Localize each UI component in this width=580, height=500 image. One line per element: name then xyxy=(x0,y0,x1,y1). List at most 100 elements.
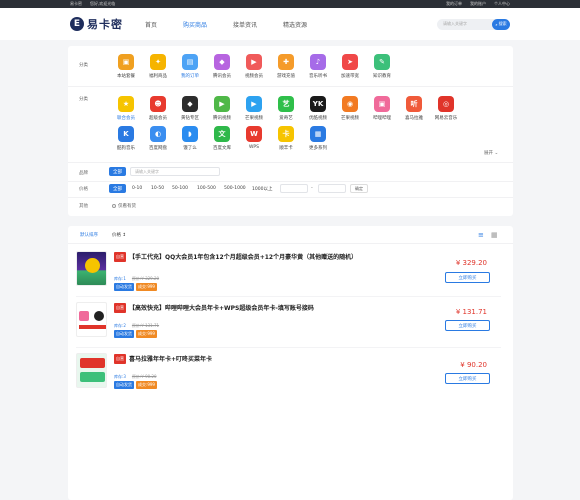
buy-button[interactable]: 立即购买 xyxy=(445,272,490,283)
product-title[interactable]: 自营 【手工代充】QQ大会员1年包含12个月超级会员+12个月豪华黄（其他赠送的随… xyxy=(114,252,379,263)
category-label: 哔哩哔哩 xyxy=(373,116,391,121)
divider xyxy=(68,181,513,182)
product-price: ¥ 329.20 xyxy=(455,259,487,267)
category-item[interactable]: ✎ 知识教育 xyxy=(366,54,398,79)
product-title[interactable]: 自营 【高效快充】哔哩哔哩大会员年卡+WPS超级会员年卡-填写账号接码 xyxy=(114,303,379,314)
price-option[interactable]: 1000以上 xyxy=(248,184,276,193)
category-item[interactable]: ◆ 黄钻专区 xyxy=(174,96,206,121)
search-button[interactable]: ⌕ 搜索 xyxy=(492,18,510,30)
category-item[interactable]: 听喜马拉雅 xyxy=(398,96,430,121)
category-item[interactable]: ▤ 我的订单 xyxy=(174,54,206,79)
category-icon: ➤ xyxy=(342,54,358,70)
category-item[interactable]: ★ 联合会员 xyxy=(110,96,142,121)
price-option[interactable]: 50-100 xyxy=(168,184,192,193)
category-label: 饿了么 xyxy=(183,146,197,151)
nav-resources[interactable]: 精选资源 xyxy=(283,20,307,29)
product-meta: 库存:1 原价:¥ 329.20 xyxy=(114,276,163,282)
category-label: 酷狗音乐 xyxy=(117,146,135,151)
grid-view-icon[interactable]: ▦ xyxy=(491,231,499,239)
category-icon: YK xyxy=(310,96,326,112)
category-item[interactable]: ▶ 腾讯视频 xyxy=(206,96,238,121)
category-item[interactable]: 文百度文库 xyxy=(206,126,238,151)
sales-badge: 成交:999 xyxy=(136,330,157,338)
price-option[interactable]: 100-500 xyxy=(193,184,220,193)
search-placeholder: 请输入关键字 xyxy=(443,21,467,26)
category-label: 联合会员 xyxy=(117,116,135,121)
price-label: 价格 xyxy=(79,187,88,192)
category-icon: ▣ xyxy=(118,54,134,70)
category-item[interactable]: ◐ 百度网盘 xyxy=(142,126,174,151)
category-item[interactable]: W WPS xyxy=(238,126,270,150)
brand-search-input[interactable]: 请输入关键字 xyxy=(130,167,220,176)
category-item[interactable]: ◎ 网易云音乐 xyxy=(430,96,462,121)
product-title[interactable]: 自营 喜马拉雅年年卡+叮咚买菜年卡 xyxy=(114,354,379,365)
category-item[interactable]: ◆ 腾讯会员 xyxy=(206,54,238,79)
expand-toggle[interactable]: 展开 ⌄ xyxy=(484,150,498,156)
price-confirm-button[interactable]: 确定 xyxy=(350,184,368,193)
top-orders-link[interactable]: 我的订单 xyxy=(446,1,462,7)
category-item[interactable]: ▣ 哔哩哔哩 xyxy=(366,96,398,121)
category-icon: 文 xyxy=(214,126,230,142)
category-item[interactable]: ◗ 饿了么 xyxy=(174,126,206,151)
list-item[interactable]: 自营 【高效快充】哔哩哔哩大会员年卡+WPS超级会员年卡-填写账号接码 库存:2 原… xyxy=(76,302,501,348)
list-view-icon[interactable]: ≡ xyxy=(478,231,486,239)
stock-text: 库存:3 xyxy=(114,374,126,379)
price-option[interactable]: 500-1000 xyxy=(220,184,250,193)
category-icon: ▶ xyxy=(246,54,262,70)
category-icon: ◎ xyxy=(438,96,454,112)
category-item[interactable]: ▦ 更多系列 xyxy=(302,126,334,151)
nav-news[interactable]: 接单资讯 xyxy=(233,20,257,29)
divider xyxy=(76,296,501,297)
original-price: 原价:¥ 329.20 xyxy=(131,276,160,281)
product-badges: 自动发货 成交:999 xyxy=(114,381,157,389)
category-label: 加速带宽 xyxy=(341,74,359,79)
category-icon: ◆ xyxy=(214,54,230,70)
top-site-name[interactable]: 易卡密 xyxy=(70,1,82,7)
category-label: 百度文库 xyxy=(213,146,231,151)
nav-home[interactable]: 首页 xyxy=(145,20,157,29)
product-meta: 库存:3 原价:¥ 90.20 xyxy=(114,374,161,380)
product-thumbnail xyxy=(76,251,107,286)
category-item[interactable]: ✚ 游戏充值 xyxy=(270,54,302,79)
other-label: 其他 xyxy=(79,204,88,209)
search-input[interactable]: 请输入关键字 ⌕ 搜索 xyxy=(437,18,510,30)
sort-price[interactable]: 价格 ↕ xyxy=(112,232,126,238)
category-icon: ✎ xyxy=(374,54,390,70)
price-max-input[interactable] xyxy=(318,184,346,193)
list-item[interactable]: 自营 喜马拉雅年年卡+叮咚买菜年卡 库存:3 原价:¥ 90.20 自动发货 成交:9… xyxy=(76,353,501,399)
category-item[interactable]: ✦ 福利商品 xyxy=(142,54,174,79)
category-item[interactable]: K 酷狗音乐 xyxy=(110,126,142,151)
category-item[interactable]: ➤ 加速带宽 xyxy=(334,54,366,79)
brand-all-pill[interactable]: 全部 xyxy=(109,167,126,176)
category-item[interactable]: 艺爱奇艺 xyxy=(270,96,302,121)
price-min-input[interactable] xyxy=(280,184,308,193)
category-item[interactable]: ♪ 音乐听书 xyxy=(302,54,334,79)
product-art xyxy=(80,358,105,368)
price-option[interactable]: 0-10 xyxy=(128,184,146,193)
filter-panel: 分类 分类 展开 ⌄ 品牌 全部 请输入关键字 价格 - 确定 其他 仅看有货 … xyxy=(68,46,513,216)
category-item[interactable]: ▣ 本站套餐 xyxy=(110,54,142,79)
top-account-link[interactable]: 我的账户 xyxy=(470,1,486,7)
logo[interactable]: E 易卡密 xyxy=(70,16,145,32)
category-item[interactable]: YK 优酷视频 xyxy=(302,96,334,121)
category-item[interactable]: ▶ 芒果视频 xyxy=(238,96,270,121)
list-item[interactable]: 自营 【手工代充】QQ大会员1年包含12个月超级会员+12个月豪华黄（其他赠送的随… xyxy=(76,251,501,297)
nav-buy-products[interactable]: 购买商品 xyxy=(183,20,207,29)
category-item[interactable]: ▶ 视频会员 xyxy=(238,54,270,79)
category-icon: 听 xyxy=(406,96,422,112)
price-dash: - xyxy=(311,185,313,191)
category-item[interactable]: 卡顺丰卡 xyxy=(270,126,302,151)
in-stock-filter[interactable]: 仅看有货 xyxy=(112,203,136,209)
price-option[interactable]: 10-50 xyxy=(147,184,168,193)
category-item[interactable]: ◉ 芒果视频 xyxy=(334,96,366,121)
category-item[interactable]: ☻ 超级会员 xyxy=(142,96,174,121)
category-label: 腾讯视频 xyxy=(213,116,231,121)
buy-button[interactable]: 立即购买 xyxy=(445,320,490,331)
top-user-center-link[interactable]: 个人中心 xyxy=(494,1,510,7)
product-art xyxy=(79,311,89,321)
price-option[interactable]: 全部 xyxy=(109,184,126,193)
divider xyxy=(76,347,501,348)
buy-button[interactable]: 立即购买 xyxy=(445,373,490,384)
sort-default[interactable]: 默认排序 xyxy=(80,232,98,238)
category-label: 爱奇艺 xyxy=(279,116,293,121)
